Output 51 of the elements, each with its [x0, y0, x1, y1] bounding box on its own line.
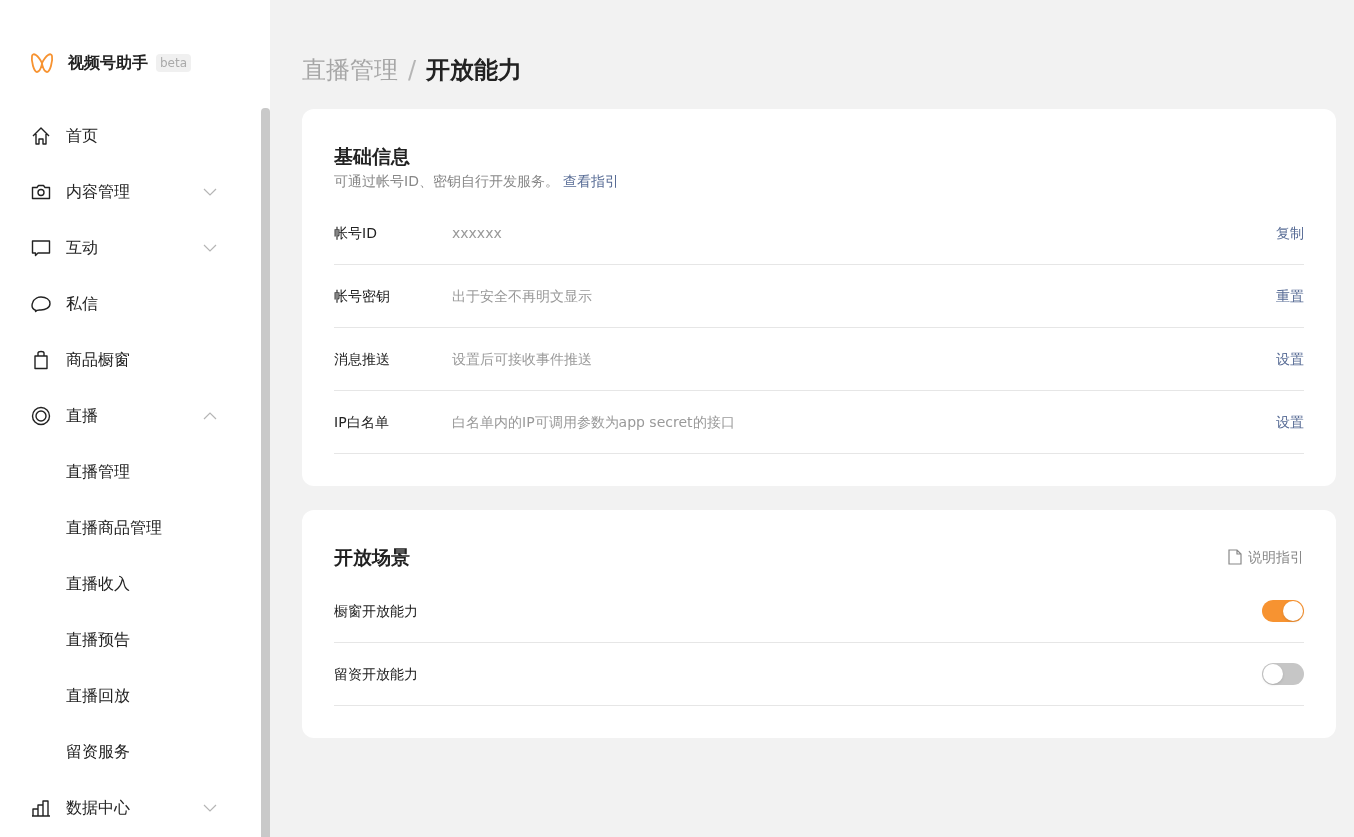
row-label: 橱窗开放能力 [334, 601, 418, 621]
chevron-icon [203, 412, 217, 420]
row-label: 消息推送 [334, 349, 391, 369]
beta-tag: beta [156, 54, 192, 72]
speech-bubble-icon [31, 294, 51, 314]
row-label: 帐号ID [334, 223, 378, 243]
sidebar-subitem[interactable]: 直播预告 [0, 612, 261, 668]
app-title: 视频号助手 [68, 52, 148, 74]
row-label: 留资开放能力 [334, 664, 418, 684]
sidebar-subitem[interactable]: 留资服务 [0, 724, 261, 780]
row-value: 白名单内的IP可调用参数为app secret的接口 [452, 412, 736, 432]
sidebar-item[interactable]: 私信 [0, 276, 261, 332]
row-value: 设置后可接收事件推送 [452, 349, 593, 369]
shopping-bag-icon [31, 350, 51, 370]
section-title: 开放场景 [334, 545, 410, 570]
sidebar-subitem[interactable]: 直播管理 [0, 444, 261, 500]
breadcrumb-item: 开放能力 [426, 55, 523, 86]
action-link[interactable]: 设置 [1276, 348, 1304, 370]
row-label: 帐号密钥 [334, 286, 391, 306]
row-value: 出于安全不再明文显示 [452, 286, 593, 306]
sidebar-item[interactable]: 首页 [0, 108, 261, 164]
row-value: xxxxxx [452, 223, 503, 243]
document-icon [1228, 549, 1242, 565]
sidebar-item[interactable]: 直播 [0, 388, 261, 444]
toggle-switch[interactable] [1262, 663, 1304, 685]
sidebar-item[interactable]: 内容管理 [0, 164, 261, 220]
guide-link[interactable]: 说明指引 [1228, 546, 1304, 568]
camera-icon [31, 182, 51, 202]
home-icon [31, 126, 51, 146]
toggle-switch[interactable] [1262, 600, 1304, 622]
chevron-icon [203, 244, 217, 252]
logo-icon [30, 52, 54, 74]
row-label: IP白名单 [334, 412, 390, 432]
target-icon [31, 406, 51, 426]
bar-chart-icon [31, 798, 51, 818]
sidebar-item[interactable]: 互动 [0, 220, 261, 276]
sidebar-subitem[interactable]: 直播商品管理 [0, 500, 261, 556]
action-link[interactable]: 复制 [1276, 222, 1304, 244]
chevron-icon [203, 188, 217, 196]
sidebar-item[interactable]: 商品橱窗 [0, 332, 261, 388]
sidebar-subitem[interactable]: 直播回放 [0, 668, 261, 724]
action-link[interactable]: 重置 [1276, 285, 1304, 307]
breadcrumb-separator: / [408, 55, 417, 86]
section-title: 基础信息 [334, 144, 411, 169]
section-description: 可通过帐号ID、密钥自行开发服务。 [334, 172, 559, 191]
action-link[interactable]: 设置 [1276, 411, 1304, 433]
chat-icon [31, 238, 51, 258]
chevron-icon [203, 804, 217, 812]
sidebar-subitem[interactable]: 直播收入 [0, 556, 261, 612]
sidebar-item[interactable]: 数据中心 [0, 780, 261, 836]
guide-link[interactable]: 查看指引 [562, 171, 619, 192]
